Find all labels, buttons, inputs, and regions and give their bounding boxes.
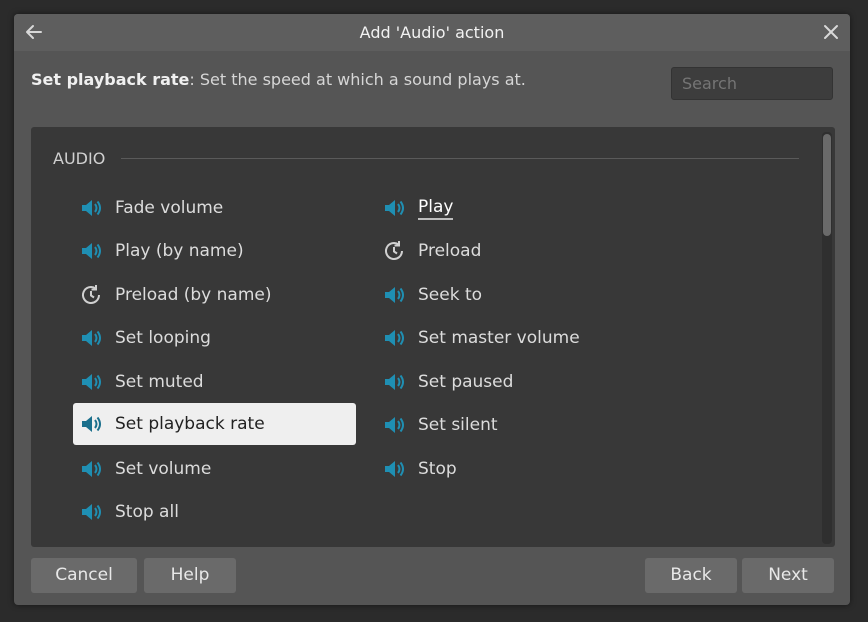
actions-list-panel: AUDIO Fade volume Play (by name) Preload… xyxy=(31,127,835,547)
action-item-label: Set looping xyxy=(115,328,211,348)
section-header-audio: AUDIO xyxy=(53,149,106,168)
dialog-title: Add 'Audio' action xyxy=(359,23,505,42)
action-item-label: Set volume xyxy=(115,459,212,479)
action-item-stop-all[interactable]: Stop all xyxy=(73,491,356,533)
action-item-set-silent[interactable]: Set silent xyxy=(376,404,659,446)
action-item-label: Play xyxy=(418,197,454,220)
action-description: Set playback rate: Set the speed at whic… xyxy=(31,70,526,89)
action-item-seek-to[interactable]: Seek to xyxy=(376,274,659,316)
action-item-label: Preload (by name) xyxy=(115,285,272,305)
preload-clock-icon xyxy=(385,241,403,260)
action-item-set-playback-rate[interactable]: Set playback rate xyxy=(73,403,356,445)
action-item-label: Set playback rate xyxy=(115,414,265,434)
action-item-label: Fade volume xyxy=(115,198,224,218)
speaker-icon xyxy=(82,374,101,390)
action-item-label: Seek to xyxy=(418,285,483,305)
scrollbar[interactable] xyxy=(822,132,832,544)
action-item-set-looping[interactable]: Set looping xyxy=(73,317,356,359)
action-item-label: Stop all xyxy=(115,502,179,522)
close-icon[interactable] xyxy=(822,23,840,41)
action-item-label: Set silent xyxy=(418,415,498,435)
action-item-label: Stop xyxy=(418,459,457,479)
help-button[interactable]: Help xyxy=(144,558,236,593)
speaker-icon xyxy=(82,461,101,477)
action-item-label: Set muted xyxy=(115,372,204,392)
speaker-icon xyxy=(82,200,101,216)
action-item-label: Preload xyxy=(418,241,482,261)
speaker-icon xyxy=(385,330,404,346)
action-item-label: Set paused xyxy=(418,372,514,392)
add-action-dialog: Add 'Audio' action Set playback rate: Se… xyxy=(14,14,850,605)
speaker-icon xyxy=(82,330,101,346)
action-item-set-paused[interactable]: Set paused xyxy=(376,361,659,403)
action-item-play[interactable]: Play xyxy=(376,187,659,229)
speaker-icon xyxy=(385,417,404,433)
action-item-set-master-volume[interactable]: Set master volume xyxy=(376,317,659,359)
speaker-icon xyxy=(385,374,404,390)
action-description-name: Set playback rate xyxy=(31,70,190,89)
action-item-label: Play (by name) xyxy=(115,241,244,261)
cancel-button[interactable]: Cancel xyxy=(31,558,137,593)
preload-clock-icon xyxy=(82,285,100,304)
action-item-preload-by-name[interactable]: Preload (by name) xyxy=(73,274,356,316)
next-button[interactable]: Next xyxy=(742,558,834,593)
speaker-icon xyxy=(82,416,101,432)
action-item-set-muted[interactable]: Set muted xyxy=(73,361,356,403)
action-item-set-volume[interactable]: Set volume xyxy=(73,448,356,490)
speaker-icon xyxy=(385,461,404,477)
action-item-preload[interactable]: Preload xyxy=(376,230,659,272)
section-divider xyxy=(121,158,799,159)
speaker-icon xyxy=(385,200,404,216)
back-button[interactable]: Back xyxy=(645,558,737,593)
action-item-stop[interactable]: Stop xyxy=(376,448,659,490)
speaker-icon xyxy=(385,287,404,303)
action-item-play-by-name[interactable]: Play (by name) xyxy=(73,230,356,272)
speaker-icon xyxy=(82,243,101,259)
scrollbar-thumb[interactable] xyxy=(823,134,831,236)
speaker-icon xyxy=(82,504,101,520)
action-item-fade-volume[interactable]: Fade volume xyxy=(73,187,356,229)
action-item-label: Set master volume xyxy=(418,328,580,348)
search-input[interactable] xyxy=(671,67,833,100)
dialog-titlebar: Add 'Audio' action xyxy=(14,14,850,51)
action-description-text: : Set the speed at which a sound plays a… xyxy=(189,70,526,89)
